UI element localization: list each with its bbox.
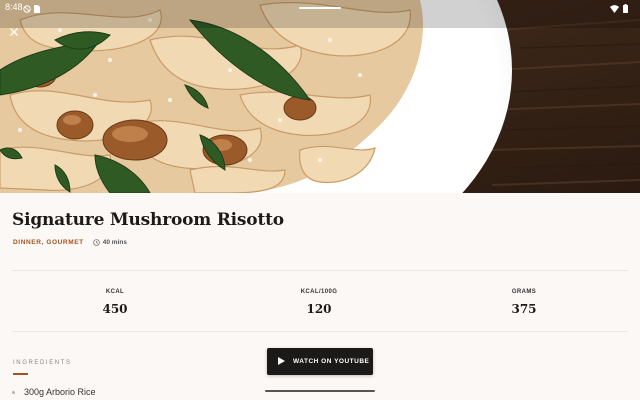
status-right-icons: [610, 3, 628, 17]
divider-bottom: [12, 331, 628, 332]
stat-label: KCAL: [105, 289, 125, 295]
wifi-icon: [610, 3, 619, 17]
navigation-handle[interactable]: [265, 390, 375, 392]
clock-icon: [92, 238, 100, 246]
ingredient-label: 300g Arborio Rice: [24, 387, 96, 397]
recipe-categories[interactable]: DINNER, GOURMET: [13, 239, 84, 246]
close-icon: [10, 23, 18, 41]
ingredient-item: 300g Arborio Rice: [12, 387, 96, 397]
mushroom-pasta-photo: [0, 0, 640, 193]
divider-top: [12, 270, 628, 271]
play-icon: [278, 356, 285, 367]
bullet-icon: [12, 390, 15, 394]
stat-kcal-per-100g: KCAL/100G 120: [259, 288, 379, 316]
recipe-title: Signature Mushroom Risotto: [12, 210, 284, 230]
battery-icon: [623, 3, 628, 17]
ingredients-underline: [13, 373, 28, 375]
status-left-icons: [23, 3, 40, 17]
recipe-meta: DINNER, GOURMET 40 mins: [13, 237, 127, 247]
stat-label: GRAMS: [511, 289, 537, 295]
sim-card-icon: [34, 3, 40, 17]
recipe-duration: 40 mins: [92, 238, 127, 246]
duration-label: 40 mins: [102, 238, 127, 246]
stat-value: 375: [511, 302, 537, 316]
watch-on-youtube-label: WATCH ON YOUTUBE: [293, 358, 370, 365]
do-not-disturb-icon: [23, 3, 31, 17]
close-button[interactable]: [6, 24, 22, 40]
drag-handle[interactable]: [299, 7, 341, 9]
recipe-detail-screen: 8:48 Signature Mushroom Risotto DINNER, …: [0, 0, 640, 400]
stat-label: KCAL/100G: [300, 289, 338, 295]
stat-grams: GRAMS 375: [464, 288, 584, 316]
watch-on-youtube-button[interactable]: WATCH ON YOUTUBE: [267, 348, 373, 375]
hero-image: [0, 0, 640, 193]
status-time: 8:48: [5, 2, 23, 12]
stat-kcal: KCAL 450: [55, 288, 175, 316]
stat-value: 120: [306, 302, 332, 316]
stat-value: 450: [102, 302, 128, 316]
ingredients-heading: INGREDIENTS: [13, 360, 72, 366]
